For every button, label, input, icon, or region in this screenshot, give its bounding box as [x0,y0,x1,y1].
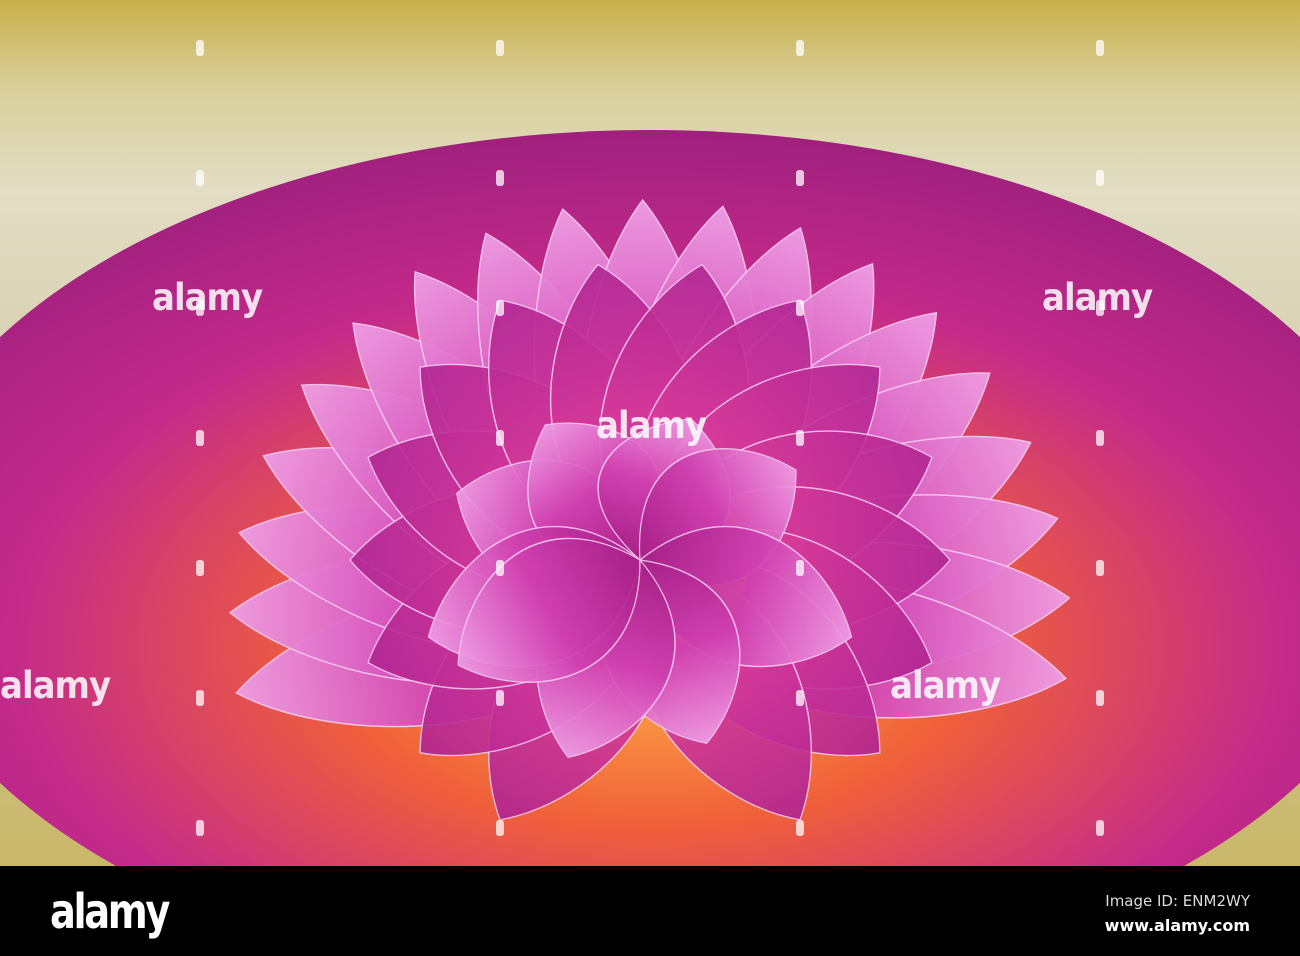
watermark-dot [196,560,204,576]
watermark-dot [796,820,804,836]
alamy-logo: alamy [50,884,170,940]
watermark-dot [796,170,804,186]
watermark-dot [796,300,804,316]
watermark-dot [196,690,204,706]
website-url: www.alamy.com [1104,916,1250,935]
watermark-dot [1096,560,1104,576]
watermark-dot [1096,300,1104,316]
watermark-dot [496,300,504,316]
watermark-dot [496,40,504,56]
watermark-dot [796,560,804,576]
image-id: Image ID: ENM2WY [1105,892,1250,910]
watermark-dot [796,430,804,446]
watermark-dot [496,820,504,836]
watermark-dot [496,690,504,706]
watermark-dot [496,560,504,576]
watermark: alamy [890,664,1001,708]
watermark-dot [496,430,504,446]
watermark-dot [1096,820,1104,836]
watermark-dot [196,300,204,316]
watermark-dot [496,170,504,186]
watermark: alamy [0,664,111,708]
watermark-dot [796,40,804,56]
watermark-dot [196,430,204,446]
watermark: alamy [152,276,263,320]
watermark-dot [196,40,204,56]
watermark-dot [196,820,204,836]
watermark-dot [1096,170,1104,186]
watermark-dot [1096,430,1104,446]
footer-bar: alamy Image ID: ENM2WY www.alamy.com [0,866,1300,956]
watermark-dot [196,170,204,186]
watermark: alamy [596,404,707,448]
watermark-dot [796,690,804,706]
watermark-dot [1096,690,1104,706]
watermark-dot [1096,40,1104,56]
dahlia-photo: alamy alamy alamy alamy alamy [0,0,1300,866]
